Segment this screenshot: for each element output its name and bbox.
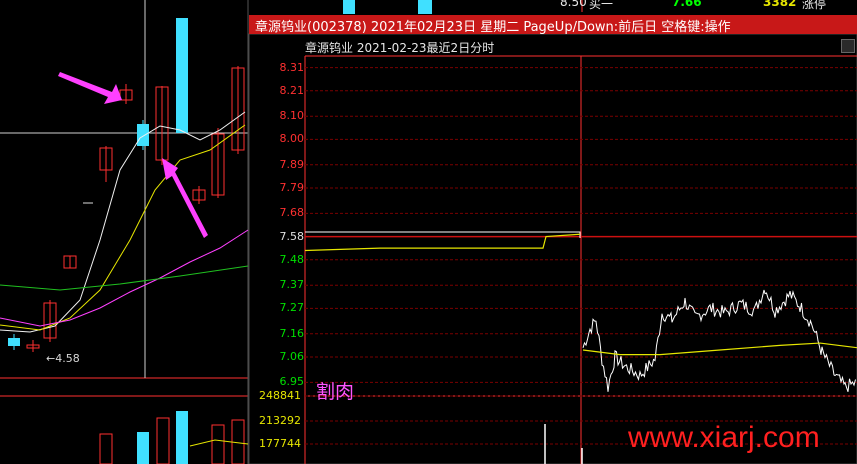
kline-volume-bar — [176, 411, 188, 464]
arrow-pointer-2 — [162, 158, 208, 238]
volume-tick-label: 248841 — [259, 389, 301, 402]
price-tick-label: 7.06 — [279, 349, 305, 363]
ma60-line — [0, 265, 249, 291]
kline-volume-bar — [137, 432, 149, 464]
ma20-line — [0, 229, 249, 327]
popup-title: 章源钨业(002378) 2021年02月23日 星期二 PageUp/Down… — [255, 20, 731, 35]
price-tick-label: 7.16 — [279, 326, 305, 340]
price-tick-label: 6.95 — [279, 375, 305, 389]
arrow-pointer-1 — [58, 72, 122, 104]
annotation-label: 割肉 — [316, 381, 355, 403]
ma10-line — [0, 124, 246, 331]
price-tick-label: 7.48 — [279, 252, 305, 266]
bid-price: 7.66 — [672, 0, 702, 9]
kline-low-label: ←4.58 — [46, 352, 80, 365]
bid-volume: 3382 — [763, 0, 797, 9]
volume-ma-line — [189, 439, 249, 447]
ma5-line — [0, 111, 246, 333]
kline-volume-bar — [211, 424, 225, 464]
popup-subtitle: 章源钨业 2021-02-23最近2日分时 — [305, 41, 495, 55]
watermark: www.xiarj.com — [628, 421, 820, 454]
price-tick-label: 7.89 — [279, 157, 305, 171]
top-cyan-box — [343, 0, 355, 14]
top-label: 买一 — [589, 0, 614, 11]
kline-volume-bar — [156, 417, 170, 464]
price-tick-label: 7.58 — [279, 229, 305, 243]
kline-candle — [137, 124, 149, 146]
close-icon[interactable] — [841, 39, 855, 53]
price-tick-label: 8.31 — [279, 60, 305, 74]
top-cyan-box — [418, 0, 432, 14]
price-tick-label: 8.10 — [279, 109, 305, 123]
price-tick-label: 7.79 — [279, 180, 305, 194]
price-tick-label: 7.27 — [279, 301, 305, 315]
kline-volume-bar — [99, 433, 113, 464]
chart-canvas — [0, 0, 857, 464]
top-price: 8.50 — [560, 0, 587, 9]
volume-tick-label: 177744 — [259, 437, 301, 450]
popup-title-bar[interactable]: 章源钨业(002378) 2021年02月23日 星期二 PageUp/Down… — [249, 15, 857, 35]
volume-tick-label: 213292 — [259, 414, 301, 427]
price-tick-label: 8.21 — [279, 83, 305, 97]
kline-candle — [8, 338, 20, 346]
price-tick-label: 7.37 — [279, 278, 305, 292]
price-tick-label: 7.68 — [279, 206, 305, 220]
limit-up-status: 涨停 — [802, 0, 827, 11]
price-tick-label: 8.00 — [279, 132, 305, 146]
kline-candle — [176, 18, 188, 133]
